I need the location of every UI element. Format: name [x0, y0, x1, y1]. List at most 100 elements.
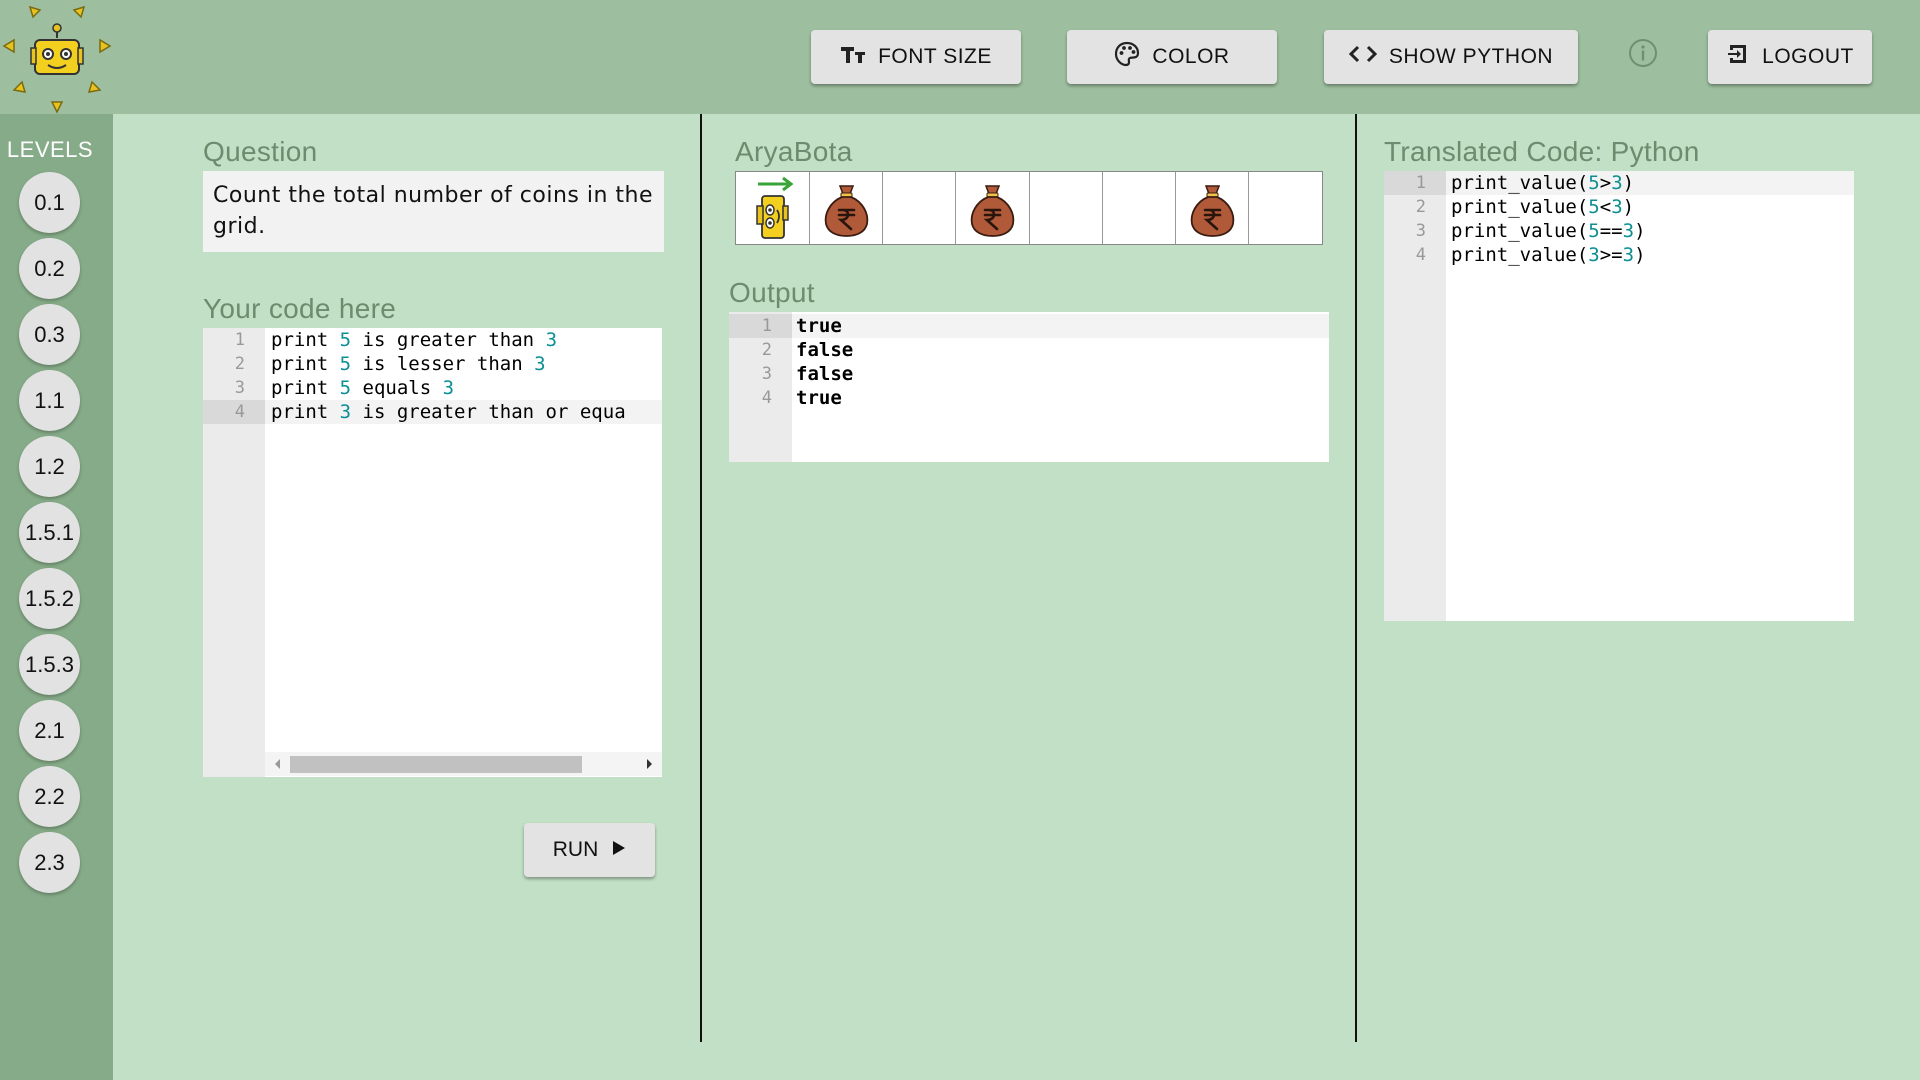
line-number: 3: [1415, 221, 1426, 241]
number-token: 3: [1622, 244, 1635, 266]
level-button[interactable]: 0.2: [19, 238, 80, 299]
question-title: Question: [203, 136, 318, 167]
output-line: 1 true: [729, 314, 1329, 338]
line-code: print 3 is greater than or equa: [271, 400, 626, 424]
translated-line: 1 print_value(5>3): [1384, 171, 1854, 195]
line-code: print 5 equals 3: [271, 376, 454, 400]
coin-bag-icon: [1190, 185, 1234, 237]
palette-icon: [1114, 41, 1140, 73]
output-line: 4 true: [729, 386, 1329, 410]
number-token: 3: [545, 329, 558, 351]
scroll-thumb: [290, 756, 582, 773]
level-button[interactable]: 0.3: [19, 304, 80, 365]
code-token: ): [1622, 172, 1635, 194]
code-line: 3 print 5 equals 3: [203, 376, 662, 400]
code-token: <: [1599, 196, 1612, 218]
level-button[interactable]: 1.5.3: [19, 634, 80, 695]
number-token: 5: [339, 377, 352, 399]
code-token: print: [271, 353, 340, 375]
code-token: is lesser than: [351, 353, 535, 375]
line-code: print 5 is greater than 3: [271, 328, 557, 352]
code-token: equals: [351, 377, 443, 399]
scroll-left-arrow: [275, 759, 280, 769]
line-code: print_value(5==3): [1451, 219, 1646, 243]
color-button[interactable]: COLOR: [1067, 30, 1277, 84]
line-number: 3: [234, 378, 245, 398]
level-button[interactable]: 2.2: [19, 766, 80, 827]
panel-divider-left: [700, 114, 702, 1042]
level-button[interactable]: 1.5.1: [19, 502, 80, 563]
levels-title: LEVELS: [6, 137, 94, 162]
game-grid: [735, 171, 1323, 245]
scroll-right-arrow: [647, 759, 652, 769]
translated-code-viewer[interactable]: 1 print_value(5>3) 2 print_value(5<3) 3 print…: [1384, 171, 1854, 621]
code-token: print_value(: [1451, 196, 1589, 218]
font-size-button[interactable]: FONT SIZE: [811, 30, 1021, 84]
play-icon: [612, 838, 626, 862]
line-number: 4: [234, 402, 245, 422]
output-console: 1 true 2 false 3 false 4 true: [729, 312, 1329, 462]
code-editor[interactable]: 1 print 5 is greater than 3 2 print 5 is le…: [203, 328, 662, 777]
code-token: ): [1634, 244, 1646, 266]
line-code: true: [796, 315, 842, 337]
code-token: ): [1622, 196, 1635, 218]
question-text: Count the total number of coins in the g…: [203, 171, 664, 252]
line-number: 2: [761, 340, 772, 360]
number-token: 3: [1588, 244, 1600, 266]
info-icon[interactable]: [1628, 38, 1658, 68]
number-token: 5: [1588, 196, 1600, 218]
line-code: print_value(5>3): [1451, 171, 1634, 195]
grid-cell: [1103, 172, 1176, 244]
show-python-label: SHOW PYTHON: [1388, 45, 1554, 68]
code-token: print: [271, 401, 340, 423]
level-button[interactable]: 2.1: [19, 700, 80, 761]
line-number: 1: [1415, 173, 1426, 193]
game-title: AryaBota: [735, 136, 853, 167]
code-token: print: [271, 329, 340, 351]
code-token: >=: [1599, 244, 1623, 266]
output-line: 3 false: [729, 362, 1329, 386]
grid-cell: [1249, 172, 1322, 244]
robot-icon: [756, 176, 794, 239]
code-editor-title: Your code here: [203, 293, 397, 324]
grid-cell: [1176, 172, 1249, 244]
number-token: 5: [339, 329, 352, 351]
translated-line: 4 print_value(3>=3): [1384, 243, 1854, 267]
level-button[interactable]: 1.1: [19, 370, 80, 431]
code-editor-hscrollbar[interactable]: [265, 752, 662, 776]
number-token: 5: [1588, 172, 1600, 194]
panel-divider-right: [1355, 114, 1357, 1042]
app-header: FONT SIZE COLOR SHOW PYTHON LOGOUT: [0, 0, 1920, 114]
line-number: 1: [761, 316, 772, 336]
line-code: print 5 is lesser than 3: [271, 352, 546, 376]
logout-icon: [1726, 42, 1750, 72]
code-line: 2 print 5 is lesser than 3: [203, 352, 662, 376]
logout-button[interactable]: LOGOUT: [1708, 30, 1872, 84]
line-number: 1: [234, 330, 245, 350]
run-button[interactable]: RUN: [524, 823, 655, 877]
line-number: 4: [761, 388, 772, 408]
number-token: 3: [442, 377, 455, 399]
level-button[interactable]: 1.5.2: [19, 568, 80, 629]
number-token: 3: [1611, 172, 1623, 194]
number-token: 3: [1611, 196, 1623, 218]
level-button[interactable]: 0.1: [19, 172, 80, 233]
coin-bag-icon: [824, 185, 868, 237]
translated-line: 3 print_value(5==3): [1384, 219, 1854, 243]
output-title: Output: [729, 277, 815, 308]
number-token: 3: [1622, 220, 1635, 242]
output-line: 2 false: [729, 338, 1329, 362]
level-button[interactable]: 2.3: [19, 832, 80, 893]
line-number: 3: [761, 364, 772, 384]
line-code: false: [796, 363, 854, 385]
code-line: 1 print 5 is greater than 3: [203, 328, 662, 352]
color-label: COLOR: [1152, 45, 1230, 68]
grid-cell: [1030, 172, 1103, 244]
line-number: 2: [234, 354, 245, 374]
aryabota-logo: [0, 0, 114, 114]
level-button[interactable]: 1.2: [19, 436, 80, 497]
show-python-button[interactable]: SHOW PYTHON: [1324, 30, 1578, 84]
code-token: ==: [1599, 220, 1623, 242]
code-token: is greater than: [351, 329, 546, 351]
code-token: >: [1599, 172, 1612, 194]
